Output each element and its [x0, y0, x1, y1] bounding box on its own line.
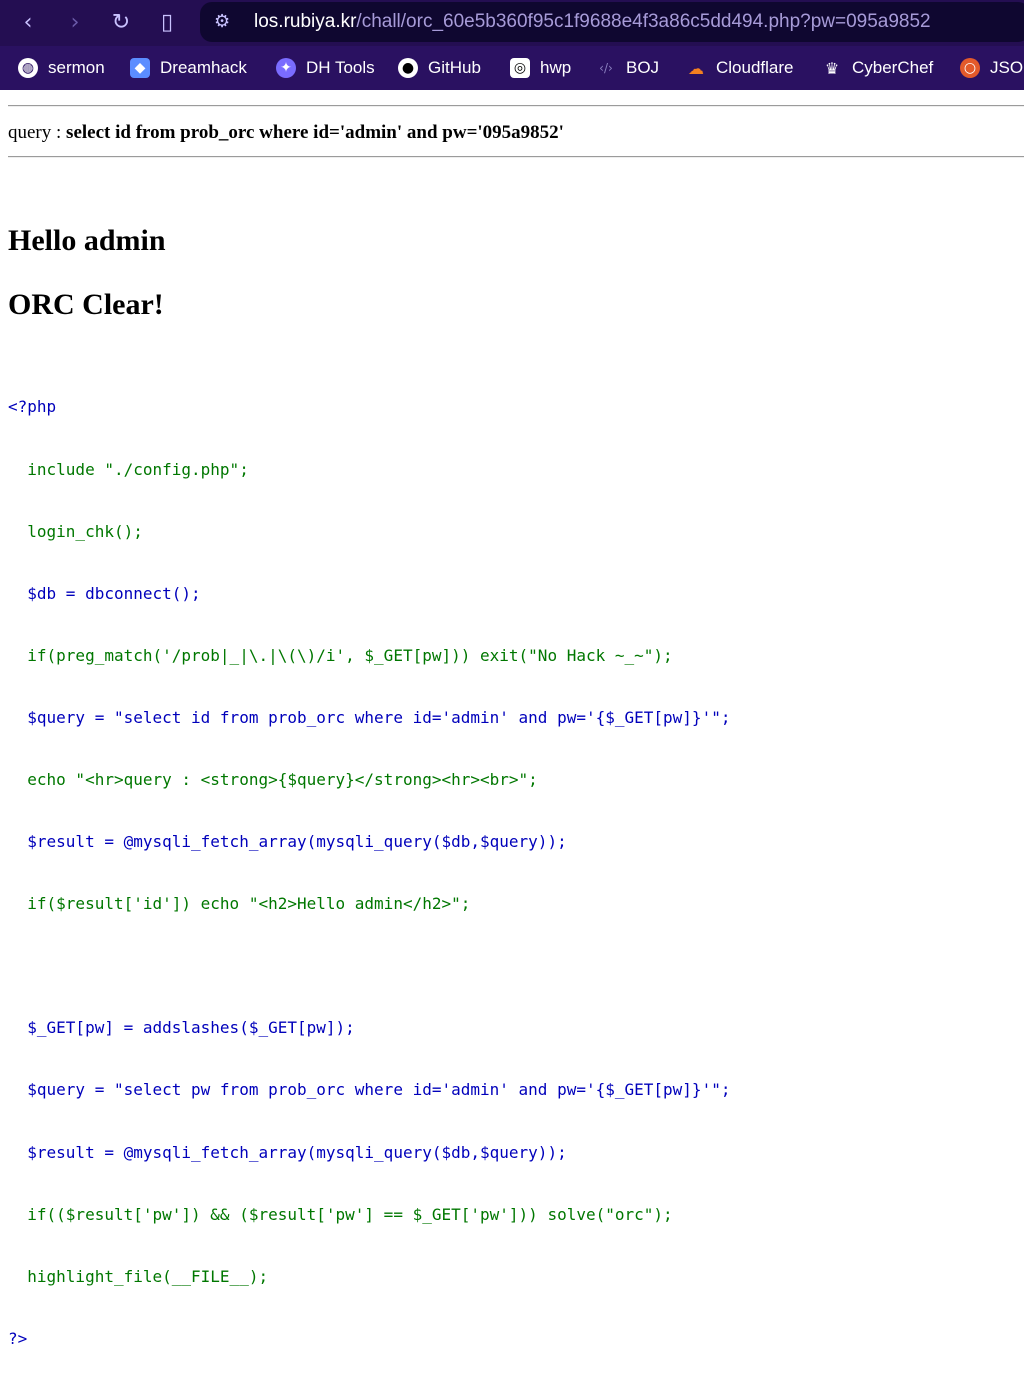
clear-heading: ORC Clear! — [8, 288, 164, 321]
bookmark-label: GitHub — [428, 58, 481, 77]
bookmark-label: hwp — [540, 58, 572, 77]
code-line: ?> — [8, 1328, 28, 1348]
jso-icon: ○ — [960, 58, 980, 78]
hwp-icon: ◎ — [510, 58, 530, 78]
code-line: login_chk(); — [8, 521, 143, 541]
bookmarks-bar: ◍ sermon ◆ Dreamhack ✦ DH Tools ● GitHub… — [0, 46, 1024, 90]
bookmark-dh-tools[interactable]: ✦ DH Tools — [276, 57, 375, 79]
source-code: <?php include "./config.php"; login_chk(… — [8, 356, 730, 1391]
site-settings-icon[interactable]: ⚙ — [214, 11, 236, 33]
forward-button[interactable]: › — [60, 8, 90, 38]
code-line: highlight_file(__FILE__); — [8, 1266, 269, 1286]
bookmark-github[interactable]: ● GitHub — [398, 57, 481, 79]
code-line: $result = @mysqli_fetch_array(mysqli_que… — [8, 832, 567, 852]
page-content: query : select id from prob_orc where id… — [0, 90, 1024, 1348]
cyberchef-icon: ♛ — [824, 58, 840, 78]
bookmark-label: Cloudflare — [716, 58, 794, 77]
bookmark-sermon[interactable]: ◍ sermon — [18, 57, 105, 79]
divider-bottom — [8, 156, 1024, 158]
bookmark-dreamhack[interactable]: ◆ Dreamhack — [130, 57, 247, 79]
back-button[interactable]: ‹ — [13, 8, 43, 38]
code-line: if(preg_match('/prob|_|\.|\(\)/i', $_GET… — [8, 645, 673, 665]
browser-toolbar: ‹ › ↻ ▯ ⚙ los.rubiya.kr/chall/orc_60e5b3… — [0, 0, 1024, 46]
code-line: $result = @mysqli_fetch_array(mysqli_que… — [8, 1142, 567, 1162]
divider-top — [8, 105, 1024, 107]
code-line: if($result['id']) echo "<h2>Hello admin<… — [8, 894, 471, 914]
globe-icon: ◍ — [18, 58, 38, 78]
bookmark-cyberchef[interactable]: ♛ CyberChef — [822, 57, 933, 79]
dhtools-icon: ✦ — [276, 58, 296, 78]
url-text[interactable]: los.rubiya.kr/chall/orc_60e5b360f95c1f96… — [254, 10, 931, 34]
query-text: select id from prob_orc where id='admin'… — [66, 122, 564, 143]
cloudflare-icon: ☁ — [688, 58, 704, 78]
code-line: echo "<hr>query : <strong>{$query}</stro… — [8, 769, 538, 789]
reload-icon[interactable]: ↻ — [106, 8, 136, 38]
url-path: /chall/orc_60e5b360f95c1f9688e4f3a86c5dd… — [356, 11, 931, 32]
dreamhack-icon: ◆ — [130, 58, 150, 78]
code-line: $db = dbconnect(); — [8, 583, 201, 603]
query-label: query : — [8, 122, 67, 143]
code-line: if(($result['pw']) && ($result['pw'] == … — [8, 1204, 673, 1224]
bookmark-label: Dreamhack — [160, 58, 247, 77]
code-line: <?php — [8, 397, 57, 417]
bookmark-label: JSO — [990, 58, 1024, 77]
boj-icon: ‹/› — [599, 61, 613, 75]
bookmark-label: CyberChef — [852, 58, 934, 77]
bookmark-hwp[interactable]: ◎ hwp — [510, 57, 571, 79]
code-line: $query = "select id from prob_orc where … — [8, 707, 731, 727]
code-line: $query = "select pw from prob_orc where … — [8, 1080, 731, 1100]
bookmark-label: sermon — [48, 58, 105, 77]
address-bar[interactable]: ⚙ los.rubiya.kr/chall/orc_60e5b360f95c1f… — [200, 2, 1024, 42]
hello-heading: Hello admin — [8, 224, 166, 257]
code-line: $_GET[pw] = addslashes($_GET[pw]); — [8, 1018, 355, 1038]
bookmark-boj[interactable]: ‹/› BOJ — [596, 57, 659, 79]
bookmark-label: DH Tools — [306, 58, 375, 77]
bookmark-icon[interactable]: ▯ — [152, 8, 182, 38]
code-line: include "./config.php"; — [8, 459, 249, 479]
bookmark-label: BOJ — [626, 58, 660, 77]
query-line: query : select id from prob_orc where id… — [8, 122, 564, 144]
bookmark-jso[interactable]: ○ JSO — [960, 57, 1023, 79]
url-host: los.rubiya.kr — [254, 11, 357, 32]
bookmark-cloudflare[interactable]: ☁ Cloudflare — [686, 57, 794, 79]
github-icon: ● — [398, 58, 418, 78]
